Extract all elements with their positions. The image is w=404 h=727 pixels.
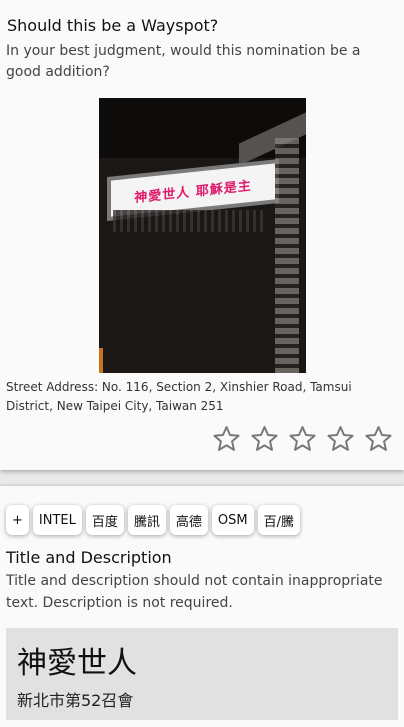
star-outline-icon[interactable] (364, 424, 393, 453)
baidu-button[interactable]: 百度 (85, 505, 124, 535)
nomination-description: 新北市第52召會 (17, 691, 134, 710)
photo-fringe (113, 210, 263, 232)
section-guidance: Title and description should not contain… (6, 573, 383, 611)
street-address: Street Address: No. 116, Section 2, Xins… (6, 380, 352, 413)
tencent-button[interactable]: 騰訊 (127, 505, 166, 535)
zoom-plus-button[interactable]: + (6, 505, 29, 535)
star-outline-icon[interactable] (250, 424, 279, 453)
map-button-row: + INTEL 百度 騰訊 高德 OSM 百/騰 (6, 505, 301, 535)
section-title: Title and Description (6, 548, 172, 567)
nomination-title: 神愛世人 (17, 646, 137, 681)
star-outline-icon[interactable] (288, 424, 317, 453)
photo-wall-edge (275, 138, 299, 373)
nomination-preview: 神愛世人 新北市第52召會 (6, 628, 398, 720)
baidu-tencent-button[interactable]: 百/騰 (257, 505, 301, 535)
nomination-photo[interactable]: 神愛世人 耶穌是主 (99, 98, 306, 373)
star-rating (212, 424, 393, 453)
wayspot-question-card: Should this be a Wayspot? In your best j… (0, 0, 404, 470)
star-outline-icon[interactable] (212, 424, 241, 453)
osm-button[interactable]: OSM (211, 505, 254, 535)
star-outline-icon[interactable] (326, 424, 355, 453)
photo-light (99, 348, 103, 373)
gaode-button[interactable]: 高德 (169, 505, 208, 535)
question-title: Should this be a Wayspot? (7, 16, 219, 35)
intel-button[interactable]: INTEL (32, 505, 82, 535)
question-subtitle: In your best judgment, would this nomina… (6, 43, 361, 80)
